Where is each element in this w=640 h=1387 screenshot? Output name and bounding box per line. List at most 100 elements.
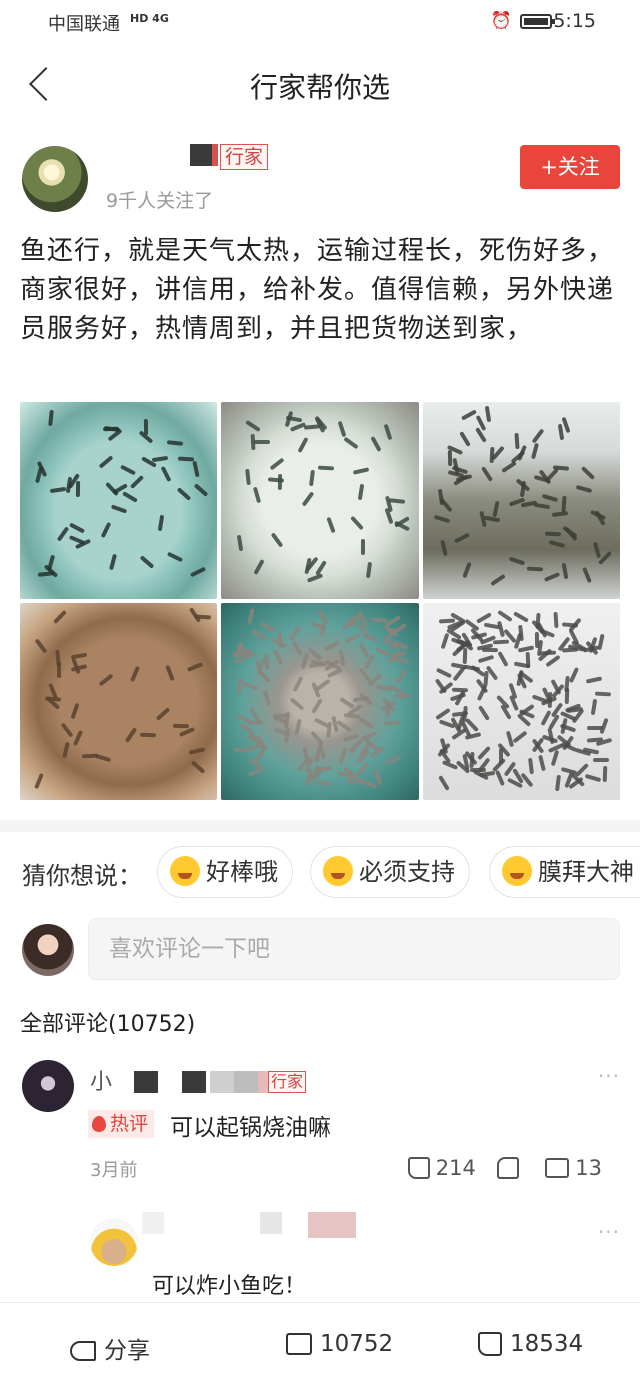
carrier-label: 中国联通 bbox=[48, 14, 120, 35]
fish-speck bbox=[358, 716, 374, 730]
more-options-icon[interactable]: ··· bbox=[598, 1220, 620, 1244]
fish-speck bbox=[49, 486, 67, 493]
fish-speck bbox=[370, 436, 382, 453]
fish-speck bbox=[512, 730, 528, 744]
post-body: 鱼还行，就是天气太热，运输过程长，死伤好多，商家很好，讲信用，给补发。值得信赖，… bbox=[20, 236, 615, 344]
fish-speck bbox=[315, 678, 331, 692]
fish-speck bbox=[190, 760, 206, 774]
suggestion-chip-3[interactable]: 膜拜大神 bbox=[489, 846, 640, 898]
fish-speck bbox=[452, 666, 466, 682]
fish-speck bbox=[289, 696, 305, 711]
fish-speck bbox=[365, 561, 372, 578]
dislike-button[interactable] bbox=[496, 1156, 525, 1180]
fish-speck bbox=[512, 610, 529, 623]
comments-button[interactable]: 10752 bbox=[286, 1331, 393, 1357]
fish-speck bbox=[124, 727, 138, 743]
likes-count: 18534 bbox=[510, 1331, 584, 1357]
fish-speck bbox=[109, 554, 118, 571]
like-post-button[interactable]: 18534 bbox=[478, 1331, 583, 1357]
photo-fish-basin-2[interactable] bbox=[221, 402, 419, 599]
share-button[interactable]: 分享 bbox=[70, 1331, 150, 1365]
comment-input[interactable]: 喜欢评论一下吧 bbox=[88, 918, 620, 980]
photo-dead-fish-pile[interactable] bbox=[221, 603, 419, 800]
fish-speck bbox=[289, 624, 302, 641]
fish-speck bbox=[458, 431, 471, 447]
fish-speck bbox=[70, 652, 88, 660]
follow-button[interactable]: +关注 bbox=[520, 145, 620, 189]
shy-emoji-icon bbox=[170, 856, 200, 886]
fish-speck bbox=[462, 562, 473, 579]
photo-fish-box[interactable] bbox=[423, 402, 620, 599]
fish-speck bbox=[100, 521, 112, 538]
commenter-avatar[interactable] bbox=[22, 1060, 74, 1112]
network-indicator: HD 4G bbox=[130, 12, 169, 25]
author-name-redacted[interactable]: 行家 bbox=[190, 144, 269, 170]
redaction-block bbox=[258, 1071, 269, 1093]
fish-speck bbox=[68, 522, 85, 534]
like-button[interactable]: 214 bbox=[407, 1156, 476, 1180]
fish-speck bbox=[508, 695, 519, 712]
page-title: 行家帮你选 bbox=[249, 71, 390, 104]
photo-fish-laid-out[interactable] bbox=[423, 603, 620, 800]
fish-speck bbox=[437, 488, 445, 506]
fish-speck bbox=[440, 539, 448, 556]
author-avatar[interactable] bbox=[22, 146, 88, 212]
commenter-name[interactable]: 小 行家 bbox=[90, 1064, 307, 1096]
like-count: 214 bbox=[435, 1156, 476, 1180]
fish-speck bbox=[300, 652, 309, 670]
fish-speck bbox=[252, 487, 262, 504]
fish-speck bbox=[164, 664, 175, 682]
comment-input-row: 喜欢评论一下吧 bbox=[0, 918, 640, 982]
fish-speck bbox=[360, 539, 365, 555]
reply-button[interactable]: 13 bbox=[545, 1156, 602, 1180]
fish-speck bbox=[98, 673, 114, 687]
reply-text: 可以炸小鱼吃！ bbox=[152, 1274, 307, 1299]
comment-icon bbox=[545, 1158, 570, 1178]
fish-speck bbox=[337, 420, 347, 437]
fish-speck bbox=[176, 487, 192, 501]
fish-speck bbox=[433, 515, 450, 524]
fish-speck bbox=[586, 676, 603, 684]
fish-speck bbox=[158, 514, 165, 532]
fish-speck bbox=[317, 609, 329, 625]
fish-speck bbox=[98, 455, 114, 470]
replier-avatar[interactable] bbox=[90, 1218, 138, 1266]
fish-speck bbox=[436, 667, 453, 679]
suggestion-chip-1[interactable]: 好棒哦 bbox=[157, 846, 293, 898]
fish-speck bbox=[310, 698, 323, 714]
fish-speck bbox=[251, 629, 268, 641]
fish-speck bbox=[336, 720, 352, 733]
alarm-icon: ⏰ bbox=[490, 11, 512, 31]
heart-eyes-emoji-icon bbox=[323, 856, 353, 886]
fish-speck bbox=[535, 612, 541, 630]
fish-speck bbox=[263, 689, 272, 707]
fish-speck bbox=[297, 437, 309, 454]
fish-speck bbox=[508, 556, 526, 566]
fish-speck bbox=[592, 758, 609, 763]
followers-count: 9千人关注了 bbox=[106, 190, 214, 212]
fish-speck bbox=[350, 515, 365, 530]
fish-speck bbox=[57, 526, 70, 542]
more-options-icon[interactable]: ··· bbox=[598, 1064, 620, 1088]
fish-speck bbox=[438, 774, 451, 791]
fish-speck bbox=[525, 652, 531, 669]
photo-fish-basin-1[interactable] bbox=[20, 402, 217, 599]
fish-speck bbox=[460, 408, 477, 421]
photo-fish-muddy-water[interactable] bbox=[20, 603, 217, 800]
fish-speck bbox=[597, 633, 605, 650]
fish-speck bbox=[177, 456, 194, 462]
fish-speck bbox=[235, 713, 252, 724]
fish-speck bbox=[477, 745, 491, 760]
fish-speck bbox=[173, 724, 190, 729]
fish-speck bbox=[317, 465, 335, 470]
fish-speck bbox=[384, 720, 401, 727]
suggestion-chip-2[interactable]: 必须支持 bbox=[310, 846, 470, 898]
fish-speck bbox=[324, 640, 341, 652]
thumbs-up-icon bbox=[478, 1332, 502, 1356]
status-time: 5:15 bbox=[553, 10, 596, 32]
fish-speck bbox=[540, 650, 557, 656]
fish-speck bbox=[514, 432, 520, 449]
fish-speck bbox=[477, 704, 490, 721]
commenter-name-prefix: 小 bbox=[90, 1070, 113, 1095]
fish-speck bbox=[454, 690, 466, 707]
